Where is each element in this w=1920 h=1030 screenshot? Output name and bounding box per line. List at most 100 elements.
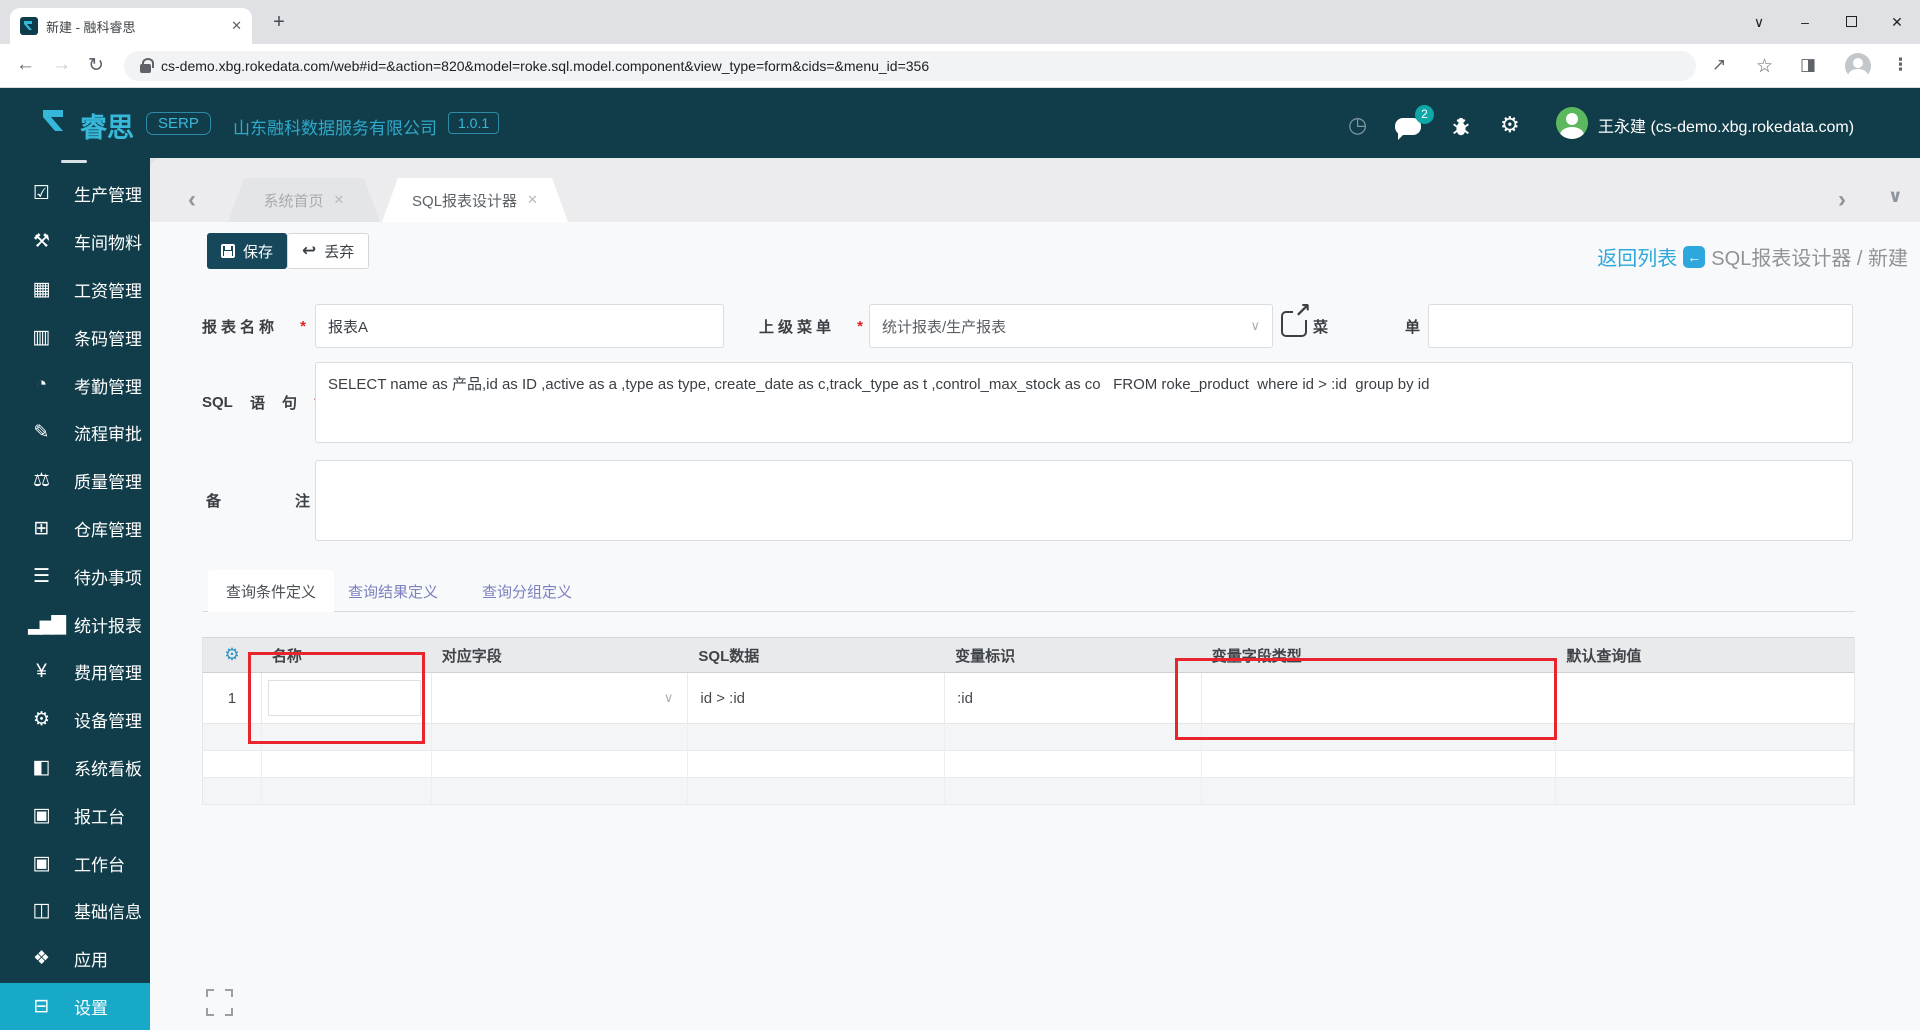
reports-barchart-icon: ▂▅▇ [28, 613, 66, 635]
menu-label: 菜 单 [1313, 318, 1420, 336]
breadcrumb: 返回列表 ← SQL报表设计器 / 新建 [1597, 242, 1908, 271]
sidebar-item-workshop-materials[interactable]: ⚒ 车间物料 [0, 218, 150, 266]
browser-menu-icon[interactable]: ⋮ [1892, 55, 1909, 75]
tab-query-result-definition[interactable]: 查询结果定义 [345, 570, 441, 612]
sidebar-item-expenses[interactable]: ¥ 费用管理 [0, 648, 150, 696]
chevron-down-icon: ∨ [1250, 318, 1260, 333]
back-to-list-icon[interactable]: ← [1683, 245, 1706, 268]
debug-bug-icon[interactable] [1450, 116, 1472, 138]
address-bar[interactable]: cs-demo.xbg.rokedata.com/web#id=&action=… [124, 51, 1696, 81]
col-header-sql-data: SQL数据 [688, 638, 946, 672]
user-avatar[interactable] [1556, 107, 1588, 139]
sidebar-item-dashboard[interactable]: ◧ 系统看板 [0, 744, 150, 792]
sidebar-item-settings[interactable]: ⊟ 设置 [0, 982, 150, 1030]
empty-row [203, 724, 1854, 751]
tab-query-condition-definition[interactable]: 查询条件定义 [208, 570, 334, 612]
report-name-input[interactable] [315, 304, 724, 348]
url-text[interactable]: cs-demo.xbg.rokedata.com/web#id=&action=… [161, 58, 929, 74]
cell-default-value[interactable] [1556, 673, 1854, 723]
bookmark-star-icon[interactable]: ☆ [1756, 55, 1773, 78]
sidebar-item-attendance[interactable]: ◔ 考勤管理 [0, 361, 150, 409]
cell-var-mark[interactable]: :id [945, 673, 1202, 723]
sidebar-item-todo[interactable]: ☰ 待办事项 [0, 552, 150, 600]
window-maximize-icon[interactable] [1828, 14, 1874, 30]
fullscreen-toggle-icon[interactable] [206, 989, 233, 1016]
cell-mapped-field-select[interactable]: ∨ [432, 673, 689, 723]
settings-briefcase-icon: ⊟ [33, 995, 50, 1017]
worktab-sql-report-designer[interactable]: SQL报表设计器 ✕ [382, 178, 568, 222]
activity-clock-icon[interactable]: ◷ [1348, 112, 1367, 138]
worktab-scroll-left-icon[interactable]: ‹ [188, 186, 196, 214]
breadcrumb-path: SQL报表设计器 / 新建 [1711, 248, 1908, 270]
app-header: 睿思 SERP 山东融科数据服务有限公司 1.0.1 ◷ 2 ⚙ 王永建 (cs… [0, 88, 1920, 158]
sidebar-item-basic-info[interactable]: ◫ 基础信息 [0, 887, 150, 935]
sidebar: ☑ 生产管理 ⚒ 车间物料 ▦ 工资管理 ▥ 条码管理 ◔ 考勤管理 ✎ 流程审… [0, 158, 150, 1030]
sql-statement-textarea[interactable]: SELECT name as 产品,id as ID ,active as a … [315, 362, 1853, 443]
tab-query-group-definition[interactable]: 查询分组定义 [478, 570, 576, 612]
quality-caliper-icon: ⚖ [32, 470, 50, 492]
side-panel-icon[interactable]: ◨ [1800, 55, 1816, 75]
sidebar-item-barcode[interactable]: ▥ 条码管理 [0, 313, 150, 361]
materials-cart-icon: ⚒ [32, 231, 50, 253]
new-tab-button[interactable]: + [266, 10, 292, 36]
back-to-list-link[interactable]: 返回列表 [1597, 242, 1677, 271]
browser-tab-strip: 新建 - 融科睿思 ✕ + ∨ – ✕ [0, 0, 1920, 44]
window-minimize-icon[interactable]: – [1782, 14, 1828, 30]
equipment-machine-icon: ⚙ [32, 709, 50, 731]
parent-menu-select[interactable]: 统计报表/生产报表 ∨ [869, 304, 1273, 348]
window-close-icon[interactable]: ✕ [1874, 14, 1920, 31]
main-content: ‹ 系统首页 ✕ SQL报表设计器 ✕ › ∨ 保存 ↩ 丢弃 返回列表 ← S… [150, 158, 1920, 1030]
sidebar-item-quality[interactable]: ⚖ 质量管理 [0, 457, 150, 505]
grid-row-1: 1 ∨ id > :id :id [203, 673, 1854, 724]
sidebar-item-work-report-station[interactable]: ▣ 报工台 [0, 791, 150, 839]
menu-input[interactable] [1428, 304, 1853, 348]
parent-menu-label: 上级菜单 * [759, 317, 863, 336]
basic-info-books-icon: ◫ [32, 900, 51, 922]
dashboard-board-icon: ◧ [32, 756, 51, 778]
empty-row [203, 751, 1854, 778]
attendance-clock-icon: ◔ [35, 374, 47, 396]
worktab-sql-close-icon[interactable]: ✕ [527, 192, 538, 208]
favicon [20, 17, 38, 35]
expenses-yuan-icon: ¥ [36, 660, 47, 682]
discard-button[interactable]: ↩ 丢弃 [287, 233, 370, 269]
forward-icon[interactable]: → [52, 54, 71, 76]
browser-tab-title: 新建 - 融科睿思 [46, 19, 136, 35]
chevron-down-icon: ∨ [663, 690, 674, 705]
sidebar-scroll-indicator [61, 160, 87, 163]
browser-tab[interactable]: 新建 - 融科睿思 ✕ [10, 8, 252, 44]
worktab-scroll-right-icon[interactable]: › [1838, 186, 1846, 214]
tab-search-icon[interactable]: ∨ [1736, 14, 1782, 31]
sidebar-item-workbench[interactable]: ▣ 工作台 [0, 839, 150, 887]
browser-profile-avatar[interactable] [1845, 53, 1871, 79]
open-menu-external-icon[interactable]: ↗ [1281, 301, 1312, 337]
tab-close-icon[interactable]: ✕ [231, 18, 242, 34]
sidebar-item-warehouse[interactable]: ⊞ 仓库管理 [0, 505, 150, 553]
remark-textarea[interactable] [315, 460, 1853, 541]
col-header-mapped-field: 对应字段 [432, 638, 689, 672]
share-icon[interactable]: ↗ [1712, 55, 1726, 75]
company-name: 山东融科数据服务有限公司 [233, 119, 437, 138]
settings-gear-icon[interactable]: ⚙ [1500, 112, 1520, 138]
cell-sql-data[interactable]: id > :id [688, 673, 946, 723]
lock-icon [140, 57, 154, 73]
sidebar-item-payroll[interactable]: ▦ 工资管理 [0, 266, 150, 314]
reload-icon[interactable]: ↻ [88, 54, 104, 77]
user-name[interactable]: 王永建 (cs-demo.xbg.rokedata.com) [1598, 113, 1854, 137]
sidebar-item-apps[interactable]: ❖ 应用 [0, 935, 150, 983]
condition-grid: ⚙ 名称 对应字段 SQL数据 变量标识 变量字段类型 默认查询值 1 ∨ id… [202, 637, 1855, 805]
worktab-collapse-icon[interactable]: ∨ [1888, 186, 1903, 207]
barcode-icon: ▥ [32, 326, 51, 348]
sidebar-item-production[interactable]: ☑ 生产管理 [0, 170, 150, 218]
app-logo-text: 睿思 [80, 113, 134, 143]
sidebar-item-equipment[interactable]: ⚙ 设备管理 [0, 696, 150, 744]
sql-statement-label: SQL 语 句 * [202, 380, 320, 424]
back-icon[interactable]: ← [16, 54, 35, 76]
sidebar-item-approval[interactable]: ✎ 流程审批 [0, 409, 150, 457]
worktab-home-close-icon[interactable]: ✕ [334, 192, 345, 208]
worktab-home[interactable]: 系统首页 ✕ [228, 178, 380, 222]
remark-label: 备 注 [206, 492, 310, 510]
sidebar-item-reports[interactable]: ▂▅▇ 统计报表 [0, 600, 150, 648]
workbench-monitor-icon: ▣ [32, 852, 51, 874]
save-button[interactable]: 保存 [207, 233, 288, 269]
